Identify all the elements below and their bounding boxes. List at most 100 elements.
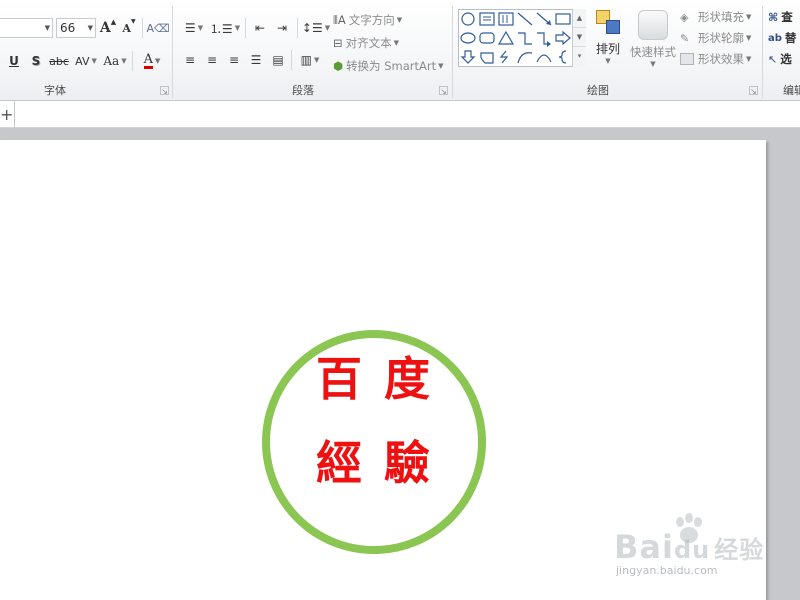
editing-group: ⌘ 查 ab 替 ↖ 选 编辑	[763, 0, 800, 101]
seal-char-yan: 驗	[384, 436, 430, 490]
shadow-button[interactable]: S	[28, 51, 44, 71]
watermark-brand: Baidu 经验	[614, 528, 765, 566]
grow-font-button[interactable]: A ▲	[99, 18, 117, 38]
justify-button[interactable]: ☰	[247, 50, 265, 70]
paint-bucket-icon: ◈	[680, 11, 689, 24]
chevron-down-icon: ▼	[87, 24, 93, 32]
line-spacing-button[interactable]: ↕☰ ▼	[301, 18, 331, 38]
shape-gallery[interactable]	[458, 9, 586, 67]
align-right-button[interactable]: ≡	[225, 50, 243, 70]
gallery-scrollbar[interactable]: ▲ ▼ ▾	[572, 9, 586, 67]
shape-effects-button[interactable]: 形状效果 ▼	[680, 49, 751, 69]
shrink-icon: ▼	[130, 18, 136, 25]
chevron-down-icon: ▼	[393, 39, 400, 47]
arrange-icon	[594, 8, 622, 36]
shrink-font-button[interactable]: A ▼	[120, 18, 138, 38]
divider	[245, 18, 246, 38]
arrow-line-shape[interactable]	[536, 12, 552, 26]
align-center-button[interactable]: ≡	[203, 50, 221, 70]
elbow-arrow-shape[interactable]	[537, 32, 551, 47]
numbering-button[interactable]: ⒈☰ ▼	[209, 18, 240, 38]
quick-styles-button[interactable]: 快速样式 ▼	[628, 10, 678, 68]
underline-button[interactable]: U	[6, 51, 22, 71]
triangle-shape[interactable]	[497, 30, 515, 45]
down-arrow-shape[interactable]	[460, 50, 476, 64]
clear-formatting-button[interactable]: A⌫	[146, 18, 170, 38]
drawing-dialog-launcher[interactable]: ↘	[749, 86, 758, 96]
paragraph-group-label: 段落	[292, 84, 314, 97]
chevron-down-icon: ▼	[746, 13, 752, 21]
arrange-button[interactable]: 排列 ▼	[592, 8, 624, 65]
strikethrough-button[interactable]: abc	[48, 51, 70, 71]
justify-icon: ☰	[250, 53, 262, 67]
convert-smartart-button[interactable]: ⬢ 转换为 SmartArt ▼	[333, 56, 443, 76]
increase-indent-button[interactable]: ⇥	[273, 18, 291, 38]
plus-icon[interactable]: +	[0, 105, 13, 124]
line-shape[interactable]	[517, 12, 533, 26]
gallery-scroll-up[interactable]: ▲	[573, 9, 586, 28]
rounded-rect-shape[interactable]	[479, 32, 495, 44]
align-text-button[interactable]: ⊟ 对齐文本 ▼	[333, 33, 399, 53]
chevron-down-icon: ▼	[324, 24, 331, 32]
char-spacing-button[interactable]: AV ▼	[74, 51, 98, 71]
align-center-icon: ≡	[206, 53, 218, 67]
replace-button[interactable]: ab 替	[768, 28, 796, 48]
textbox-shape[interactable]	[479, 12, 495, 26]
flowchart-shape[interactable]	[480, 52, 494, 64]
watermark-url: jingyan.baidu.com	[616, 564, 718, 577]
font-size-combo[interactable]: 66 ▼	[56, 18, 96, 38]
distributed-icon: ▤	[272, 53, 284, 67]
curved-connector-shape[interactable]	[517, 52, 533, 64]
gallery-scroll-down[interactable]: ▼	[573, 28, 586, 47]
font-size-value: 66	[60, 21, 76, 35]
bullets-button[interactable]: ☰ ▼	[181, 18, 207, 38]
paragraph-dialog-launcher[interactable]: ↘	[439, 86, 448, 96]
clear-format-icon: A⌫	[146, 21, 170, 35]
align-text-icon: ⊟	[333, 36, 343, 50]
ellipse-shape[interactable]	[460, 32, 476, 44]
lightning-shape[interactable]	[499, 50, 509, 64]
vertical-textbox-shape[interactable]	[498, 12, 514, 26]
shape-fill-button[interactable]: ◈ 形状填充 ▼	[680, 7, 751, 27]
right-arrow-shape[interactable]	[555, 30, 571, 46]
chevron-down-icon: ▼	[438, 62, 444, 70]
gallery-more-button[interactable]: ▾	[573, 47, 586, 66]
brace-shape[interactable]	[558, 50, 567, 64]
rectangle-shape[interactable]	[555, 13, 571, 25]
oval-shape[interactable]	[461, 12, 475, 26]
seal-char-jing: 經	[316, 436, 362, 490]
font-name-combo[interactable]: ▼	[0, 18, 53, 38]
font-dialog-launcher[interactable]: ↘	[160, 86, 169, 96]
divider	[132, 51, 133, 71]
distributed-button[interactable]: ▤	[269, 50, 287, 70]
chevron-down-icon: ▼	[155, 57, 161, 65]
align-right-icon: ≡	[228, 53, 240, 67]
text-direction-button[interactable]: ⫴A 文字方向 ▼	[333, 10, 402, 30]
columns-icon: ▥	[300, 53, 312, 67]
align-left-button[interactable]: ≡	[181, 50, 199, 70]
elbow-connector-shape[interactable]	[518, 32, 532, 45]
seal-char-du: 度	[384, 352, 430, 406]
baidu-watermark: Baidu 经验 jingyan.baidu.com	[614, 512, 784, 592]
bullets-icon: ☰	[184, 21, 196, 35]
grow-icon: ▲	[110, 18, 117, 26]
numbering-icon: ⒈☰	[209, 21, 233, 36]
font-color-button[interactable]: A ▼	[140, 51, 164, 71]
chevron-down-icon: ▼	[605, 57, 611, 65]
columns-button[interactable]: ▥ ▼	[297, 50, 323, 70]
line-spacing-icon: ↕☰	[301, 21, 323, 35]
change-case-button[interactable]: Aa ▼	[102, 51, 128, 71]
pencil-icon: ✎	[680, 32, 690, 45]
chevron-down-icon: ▼	[396, 16, 403, 24]
ruler-divider	[14, 101, 15, 128]
decrease-indent-button[interactable]: ⇤	[251, 18, 269, 38]
find-button[interactable]: ⌘ 查	[768, 7, 793, 27]
chevron-down-icon: ▼	[197, 24, 204, 32]
editing-group-label: 编辑	[783, 84, 800, 97]
select-button[interactable]: ↖ 选	[768, 49, 792, 69]
shape-outline-button[interactable]: ✎ 形状轮廓 ▼	[680, 28, 751, 48]
seal-circle[interactable]	[262, 330, 486, 554]
divider	[291, 50, 292, 70]
seal-char-bai: 百	[316, 352, 362, 406]
arc-shape[interactable]	[536, 54, 552, 63]
